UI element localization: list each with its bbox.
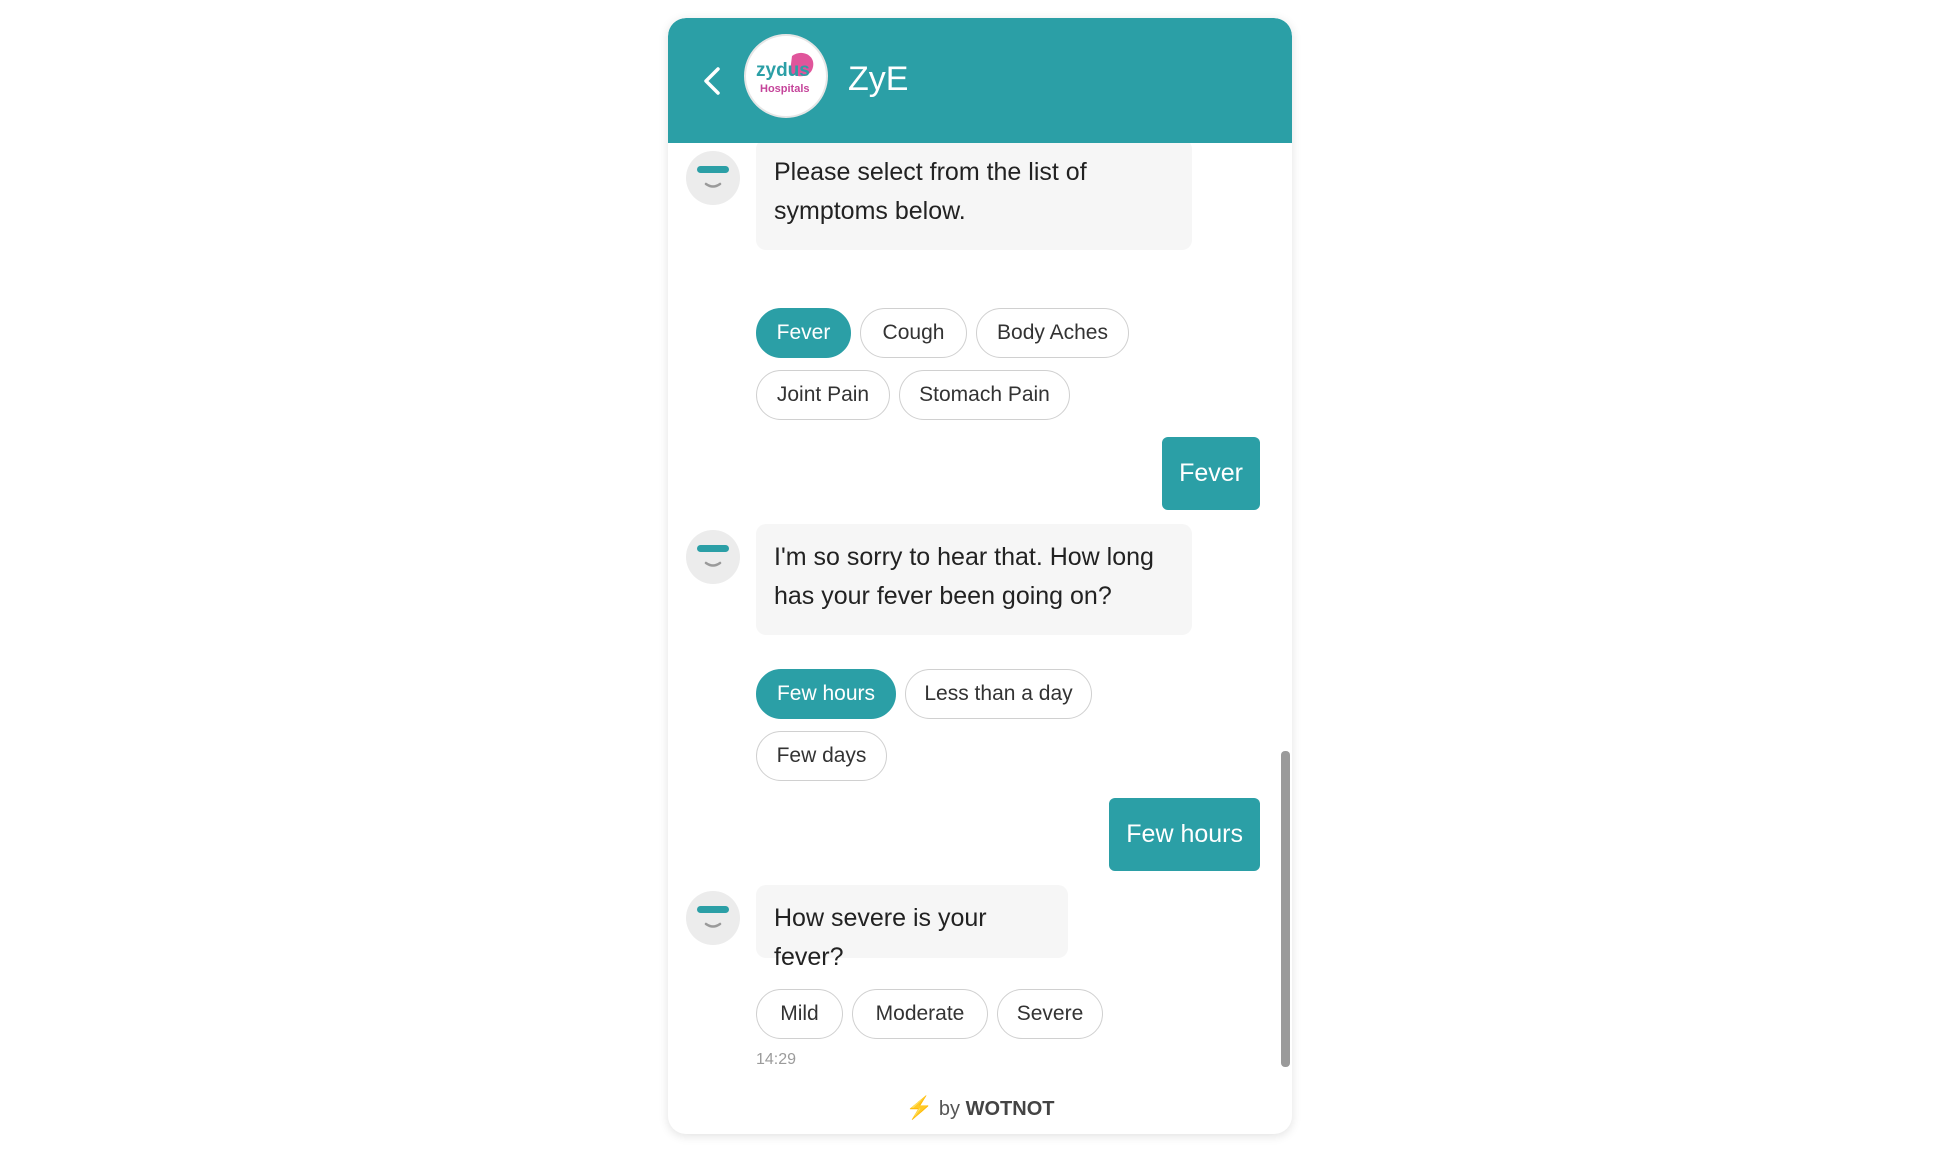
- bot-face-icon: [697, 545, 729, 567]
- powered-by-footer[interactable]: ⚡ by WOTNOT: [668, 1088, 1292, 1128]
- bot-face-icon: [697, 906, 729, 928]
- chip-mild[interactable]: Mild: [756, 989, 843, 1039]
- logo-line2: Hospitals: [760, 83, 810, 95]
- chevron-left-icon[interactable]: [694, 61, 734, 101]
- chip-severe[interactable]: Severe: [997, 989, 1103, 1039]
- chat-scrollbar[interactable]: [1281, 751, 1290, 1067]
- bot-avatar: [686, 891, 740, 945]
- message-timestamp: 14:29: [756, 1051, 797, 1068]
- bot-message-text: I'm so sorry to hear that. How long has …: [756, 524, 1192, 635]
- zydus-hospitals-logo: zydus Hospitals: [744, 34, 828, 118]
- bot-face-icon: [697, 166, 729, 188]
- logo-line1: zydus: [756, 60, 810, 81]
- chip-stomach-pain[interactable]: Stomach Pain: [899, 370, 1070, 420]
- chat-widget: zydus Hospitals ZyE Please select from t…: [668, 18, 1292, 1134]
- chat-messages: Please select from the list of symptoms …: [668, 143, 1292, 1073]
- chip-fever[interactable]: Fever: [756, 308, 851, 358]
- footer-brand: WOTNOT: [965, 1098, 1055, 1120]
- chip-joint-pain[interactable]: Joint Pain: [756, 370, 890, 420]
- footer-by: by: [938, 1098, 961, 1120]
- chip-cough[interactable]: Cough: [860, 308, 967, 358]
- chat-header: zydus Hospitals ZyE: [668, 18, 1292, 143]
- chip-body-aches[interactable]: Body Aches: [976, 308, 1129, 358]
- user-message: Few hours: [1109, 798, 1260, 871]
- bot-message-text: Please select from the list of symptoms …: [756, 143, 1192, 250]
- chat-title: ZyE: [848, 60, 909, 98]
- chip-few-days[interactable]: Few days: [756, 731, 887, 781]
- bot-message-text: How severe is your fever?: [756, 885, 1068, 971]
- lightning-icon: ⚡: [905, 1095, 933, 1120]
- chip-less-than-a-day[interactable]: Less than a day: [905, 669, 1092, 719]
- user-message: Fever: [1162, 437, 1260, 510]
- bot-avatar: [686, 151, 740, 205]
- chip-moderate[interactable]: Moderate: [852, 989, 988, 1039]
- chip-few-hours[interactable]: Few hours: [756, 669, 896, 719]
- bot-avatar: [686, 530, 740, 584]
